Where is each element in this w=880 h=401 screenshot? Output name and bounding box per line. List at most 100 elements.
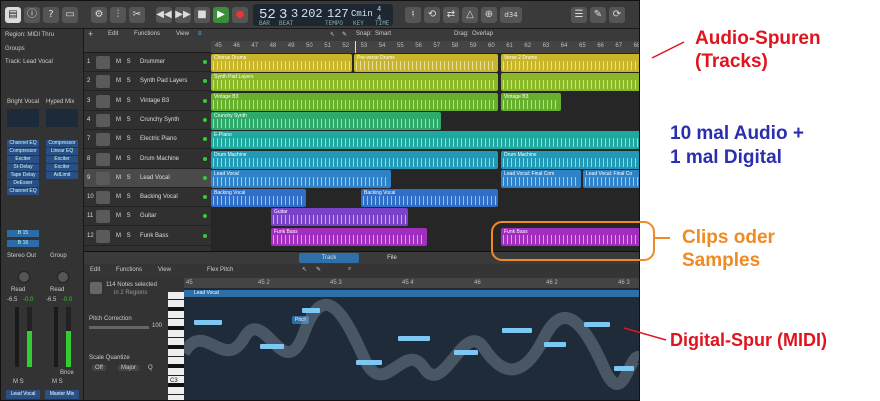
plugin-slot[interactable]: AdLimit	[46, 172, 78, 179]
edit-menu[interactable]: Edit	[108, 31, 118, 37]
plugin-slot[interactable]: St-Delay	[7, 164, 39, 171]
count-in-icon[interactable]: ⊕	[481, 7, 497, 23]
region-clip[interactable]: Lead Vocal: Final Com	[501, 169, 581, 188]
eq-thumbnail[interactable]	[7, 109, 39, 127]
plugin-slot[interactable]: Exciter	[46, 164, 78, 171]
catch-icon[interactable]: ≡	[198, 31, 202, 37]
plugin-slot[interactable]: Compressor	[7, 148, 39, 155]
list-editors-icon[interactable]: ☰	[571, 7, 587, 23]
mute-solo-buttons[interactable]: M S	[116, 136, 133, 142]
send-slot[interactable]: B 16	[7, 240, 39, 247]
mute-solo-buttons[interactable]: M S	[116, 213, 133, 219]
mute-solo-buttons[interactable]: M S	[116, 194, 133, 200]
region-clip[interactable]: Funk Bass	[501, 227, 639, 246]
groups-label[interactable]: Groups	[5, 46, 25, 52]
region-clip[interactable]: Backing Vocal	[211, 189, 306, 208]
volume-fader[interactable]	[54, 307, 58, 367]
track-name[interactable]: Crunchy Synth	[140, 117, 179, 123]
track-name[interactable]: Electric Piano	[140, 136, 177, 142]
track-name[interactable]: Lead Vocal	[140, 175, 170, 181]
region-clip[interactable]: Vintage B3	[501, 92, 561, 111]
region-clip[interactable]: Drum Machine	[501, 150, 639, 169]
plugin-slot[interactable]: Linear EQ	[46, 148, 78, 155]
output-label[interactable]: Stereo Out	[7, 253, 36, 259]
drag-select[interactable]: Overlap	[472, 31, 493, 37]
track-header[interactable]: 4 M S Crunchy Synth	[84, 111, 211, 130]
channel-name[interactable]: Master Mix	[45, 390, 79, 399]
track-header[interactable]: 2 M S Synth Pad Layers	[84, 72, 211, 92]
pointer-tool-icon[interactable]: ↖	[302, 266, 307, 273]
flex-pitch-note[interactable]	[584, 322, 610, 327]
region-clip[interactable]: Chorus Drums	[211, 54, 352, 72]
play-button[interactable]: ▶	[213, 7, 229, 23]
region-label[interactable]: Region: MIDI Thru	[5, 32, 54, 38]
track-header[interactable]: 11 M S Guitar	[84, 207, 211, 227]
functions-menu[interactable]: Functions	[116, 267, 142, 273]
mixer-icon[interactable]: ⫶	[110, 7, 126, 23]
region-clip[interactable]: Lead Vocal	[211, 169, 391, 188]
flex-pitch-note[interactable]	[194, 320, 222, 325]
track-header[interactable]: 8 M S Drum Machine	[84, 150, 211, 169]
track-header[interactable]: 3 M S Vintage B3	[84, 92, 211, 111]
functions-menu[interactable]: Functions	[134, 31, 160, 37]
preset-label[interactable]: Bright Vocal	[7, 99, 39, 105]
mute-solo-buttons[interactable]: M S	[116, 175, 133, 181]
replace-icon[interactable]: ⇄	[443, 7, 459, 23]
plugin-slot[interactable]: Channel EQ	[7, 140, 39, 147]
automation-read[interactable]: Read	[11, 287, 25, 293]
timeline-ruler[interactable]: 45 46 47 48 49 50 51 52 53 54 55 56 57 58 59 60 61 62 63 64…	[211, 41, 639, 53]
flex-pitch-note[interactable]	[454, 350, 478, 355]
mute-solo-buttons[interactable]: M S	[116, 117, 133, 123]
rewind-button[interactable]: ◀◀	[156, 7, 172, 23]
quantize-q-button[interactable]: Q	[148, 365, 153, 371]
pan-knob[interactable]	[18, 271, 30, 283]
region-clip[interactable]	[501, 73, 639, 92]
region-clip[interactable]: Synth Pad Layers	[211, 73, 498, 92]
mute-solo-buttons[interactable]: M S	[116, 59, 133, 65]
mute-solo[interactable]: M S	[52, 379, 63, 385]
mute-solo-buttons[interactable]: M S	[116, 233, 133, 239]
tuner-icon[interactable]: ♮	[405, 7, 421, 23]
info-icon[interactable]: ⓘ	[24, 7, 40, 23]
toolbar-icon[interactable]: ▭	[62, 7, 78, 23]
scale-quantize-off[interactable]: Off	[92, 365, 106, 371]
notepad-icon[interactable]: ✎	[590, 7, 606, 23]
track-label[interactable]: Track: Lead Vocal	[5, 59, 53, 65]
pan-knob[interactable]	[57, 271, 69, 283]
automation-read[interactable]: Read	[50, 287, 64, 293]
region-clip[interactable]: Crunchy Synth	[211, 111, 441, 130]
mute-solo-buttons[interactable]: M S	[116, 156, 133, 162]
track-header[interactable]: 12 M S Funk Bass	[84, 227, 211, 246]
flex-pitch-note[interactable]	[398, 336, 430, 341]
stop-button[interactable]: ■	[194, 7, 210, 23]
region-clip[interactable]: Backing Vocal	[361, 189, 498, 208]
pitch-correction-slider[interactable]	[89, 326, 149, 329]
region-clip[interactable]: Guitar	[271, 208, 408, 227]
add-track-icon[interactable]: +	[88, 29, 93, 39]
flex-pitch-area[interactable]: 45 45 2 45 3 45 4 46 46 2 46 3 Lead Vocal Pitc…	[184, 278, 639, 400]
region-clip[interactable]: Funk Bass	[271, 227, 427, 246]
track-header[interactable]: 9 M S Lead Vocal	[84, 168, 211, 188]
mute-solo-buttons[interactable]: M S	[116, 78, 133, 84]
tab-file[interactable]: File	[362, 253, 422, 263]
flex-pitch-note[interactable]	[544, 342, 566, 347]
flex-pitch-note[interactable]	[260, 344, 284, 349]
volume-fader[interactable]	[15, 307, 19, 367]
region-clip[interactable]: Vintage B3	[211, 92, 498, 111]
preset-label[interactable]: Hyped Mix	[46, 99, 74, 105]
flex-pitch-note[interactable]	[302, 308, 320, 313]
track-name[interactable]: Drum Machine	[140, 156, 179, 162]
region-clip[interactable]: Lead Vocal: Final Co	[583, 169, 639, 188]
region-clip[interactable]: Drum Machine	[211, 150, 498, 169]
plugin-slot[interactable]: Exciter	[46, 156, 78, 163]
forward-button[interactable]: ▶▶	[175, 7, 191, 23]
track-header[interactable]: 7 M S Electric Piano	[84, 130, 211, 150]
track-name[interactable]: Funk Bass	[140, 233, 168, 239]
send-slot[interactable]: B 15	[7, 230, 39, 237]
track-name[interactable]: Drummer	[140, 59, 165, 65]
view-menu[interactable]: View	[158, 267, 171, 273]
plugin-slot[interactable]: Tape Delay	[7, 172, 39, 179]
mute-solo[interactable]: M S	[13, 379, 24, 385]
mute-solo-buttons[interactable]: M S	[116, 98, 133, 104]
eq-thumbnail[interactable]	[46, 109, 78, 127]
